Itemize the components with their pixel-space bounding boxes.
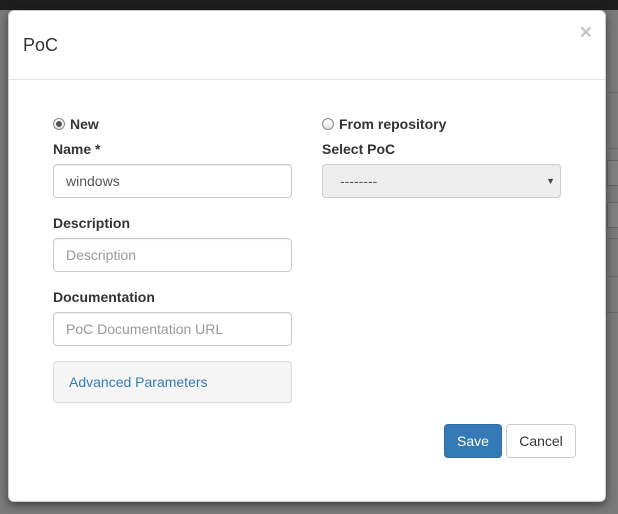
caret-down-icon: ▼ — [546, 176, 555, 186]
radio-new-label: New — [70, 116, 99, 132]
documentation-url-input[interactable] — [53, 312, 292, 346]
modal-header: PoC × — [9, 11, 605, 80]
close-icon[interactable]: × — [580, 22, 592, 43]
background-divider — [606, 238, 618, 239]
description-label: Description — [53, 215, 131, 231]
radio-repository-label: From repository — [339, 116, 447, 132]
cancel-button[interactable]: Cancel — [506, 424, 576, 458]
documentation-label: Documentation — [53, 289, 155, 305]
description-input[interactable] — [53, 238, 292, 272]
save-button[interactable]: Save — [444, 424, 502, 458]
background-input — [607, 202, 618, 228]
background-navbar — [0, 0, 618, 10]
radio-from-repository[interactable]: From repository — [322, 116, 446, 132]
background-divider — [606, 312, 618, 313]
background-divider — [606, 276, 618, 277]
radio-new[interactable]: New — [53, 116, 99, 132]
background-input — [607, 160, 618, 186]
modal-title: PoC — [23, 35, 59, 55]
select-poc-value: -------- — [340, 173, 378, 189]
name-input[interactable] — [53, 164, 292, 198]
background-divider — [606, 92, 618, 93]
background-divider — [606, 148, 618, 149]
select-poc-dropdown: -------- ▼ — [322, 164, 561, 198]
name-label: Name * — [53, 141, 101, 157]
radio-new-button[interactable] — [53, 118, 65, 130]
poc-modal: PoC × New From repository Name * Select … — [8, 10, 606, 502]
advanced-parameters-link[interactable]: Advanced Parameters — [69, 374, 208, 390]
radio-repository-button[interactable] — [322, 118, 334, 130]
select-poc-label: Select PoC — [322, 141, 396, 157]
advanced-parameters-panel: Advanced Parameters — [53, 361, 292, 403]
